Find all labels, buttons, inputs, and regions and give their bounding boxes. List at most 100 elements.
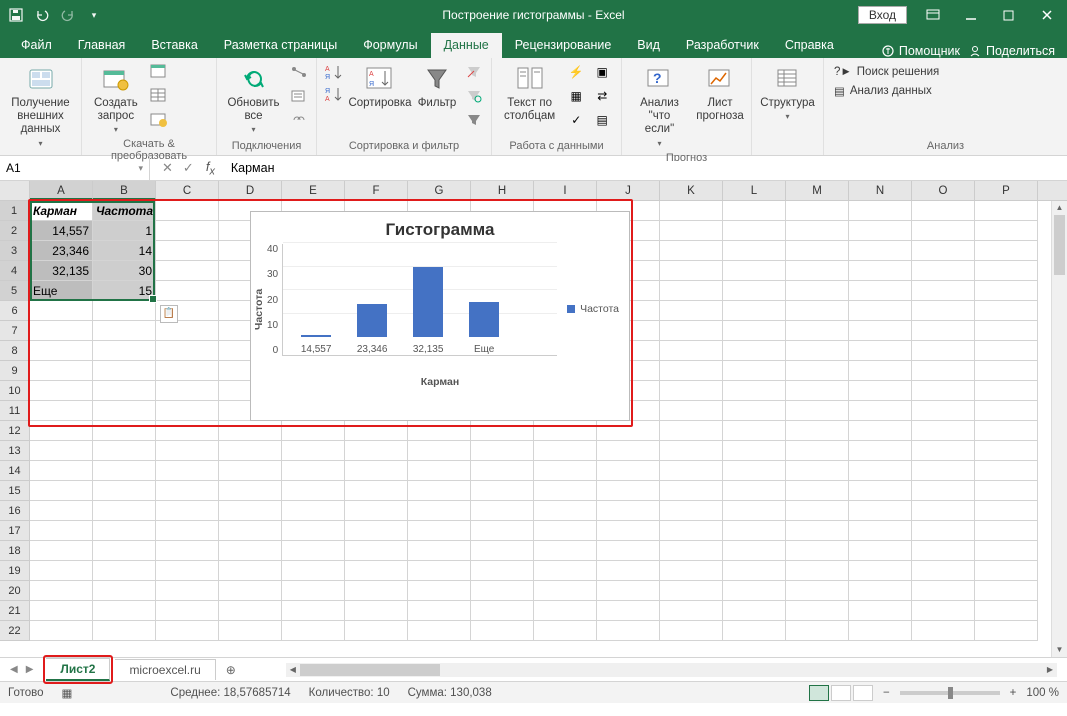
cell-F14[interactable] — [345, 461, 408, 481]
cell-H16[interactable] — [471, 501, 534, 521]
name-box[interactable]: A1 — [0, 156, 150, 180]
consolidate-icon[interactable]: ▣ — [591, 61, 613, 83]
cell-O11[interactable] — [912, 401, 975, 421]
cell-B9[interactable] — [93, 361, 156, 381]
horizontal-scrollbar[interactable]: ◀ ▶ — [286, 663, 1057, 677]
cell-N3[interactable] — [849, 241, 912, 261]
cell-B2[interactable]: 1 — [93, 221, 156, 241]
properties-icon[interactable] — [288, 85, 310, 107]
worksheet-grid[interactable]: ABCDEFGHIJKLMNOP 1КарманЧастота214,55713… — [0, 181, 1067, 657]
cell-P5[interactable] — [975, 281, 1038, 301]
share-button[interactable]: Поделиться — [968, 44, 1055, 58]
cell-P20[interactable] — [975, 581, 1038, 601]
cell-H13[interactable] — [471, 441, 534, 461]
cell-F15[interactable] — [345, 481, 408, 501]
vscroll-thumb[interactable] — [1054, 215, 1065, 275]
macro-record-icon[interactable]: ▦ — [62, 686, 73, 700]
remove-duplicates-icon[interactable]: ▦ — [565, 85, 587, 107]
minimize-icon[interactable] — [959, 3, 983, 27]
cell-E13[interactable] — [282, 441, 345, 461]
cell-E17[interactable] — [282, 521, 345, 541]
scroll-up-icon[interactable]: ▲ — [1052, 201, 1067, 215]
row-header[interactable]: 9 — [0, 361, 30, 381]
cell-P10[interactable] — [975, 381, 1038, 401]
cell-K1[interactable] — [660, 201, 723, 221]
cell-C10[interactable] — [156, 381, 219, 401]
cell-L20[interactable] — [723, 581, 786, 601]
tab-home[interactable]: Главная — [65, 33, 139, 58]
cell-H17[interactable] — [471, 521, 534, 541]
cell-O5[interactable] — [912, 281, 975, 301]
cell-M14[interactable] — [786, 461, 849, 481]
cell-H22[interactable] — [471, 621, 534, 641]
cell-L3[interactable] — [723, 241, 786, 261]
cell-N4[interactable] — [849, 261, 912, 281]
cell-P21[interactable] — [975, 601, 1038, 621]
data-validation-icon[interactable]: ✓ — [565, 109, 587, 131]
cell-J12[interactable] — [597, 421, 660, 441]
cell-C16[interactable] — [156, 501, 219, 521]
redo-icon[interactable] — [60, 7, 76, 23]
cell-B12[interactable] — [93, 421, 156, 441]
cell-O21[interactable] — [912, 601, 975, 621]
cell-C3[interactable] — [156, 241, 219, 261]
cell-K3[interactable] — [660, 241, 723, 261]
cell-D22[interactable] — [219, 621, 282, 641]
refresh-all-button[interactable]: Обновить все — [223, 61, 284, 136]
cell-P4[interactable] — [975, 261, 1038, 281]
sort-asc-icon[interactable]: АЯ — [323, 61, 345, 83]
cell-B19[interactable] — [93, 561, 156, 581]
cell-N19[interactable] — [849, 561, 912, 581]
cell-J17[interactable] — [597, 521, 660, 541]
cell-K8[interactable] — [660, 341, 723, 361]
cell-L18[interactable] — [723, 541, 786, 561]
data-model-icon[interactable]: ▤ — [591, 109, 613, 131]
cell-P18[interactable] — [975, 541, 1038, 561]
cell-K19[interactable] — [660, 561, 723, 581]
cell-O17[interactable] — [912, 521, 975, 541]
cell-H19[interactable] — [471, 561, 534, 581]
undo-icon[interactable] — [34, 7, 50, 23]
enter-formula-icon[interactable]: ✓ — [183, 160, 194, 176]
cell-M20[interactable] — [786, 581, 849, 601]
row-header[interactable]: 20 — [0, 581, 30, 601]
cell-L4[interactable] — [723, 261, 786, 281]
new-sheet-button[interactable]: ⊕ — [216, 663, 246, 677]
col-header-L[interactable]: L — [723, 181, 786, 200]
cell-O16[interactable] — [912, 501, 975, 521]
col-header-B[interactable]: B — [93, 181, 156, 200]
cell-B17[interactable] — [93, 521, 156, 541]
cell-L6[interactable] — [723, 301, 786, 321]
what-if-button[interactable]: ?Анализ "что если" — [628, 61, 691, 150]
cell-B7[interactable] — [93, 321, 156, 341]
solver-button[interactable]: ?►Поиск решения — [830, 65, 943, 79]
row-header[interactable]: 15 — [0, 481, 30, 501]
cell-O12[interactable] — [912, 421, 975, 441]
zoom-slider[interactable] — [900, 691, 1000, 695]
zoom-out-button[interactable]: − — [883, 687, 890, 699]
cell-O10[interactable] — [912, 381, 975, 401]
cell-P3[interactable] — [975, 241, 1038, 261]
row-header[interactable]: 6 — [0, 301, 30, 321]
cell-D21[interactable] — [219, 601, 282, 621]
cell-D19[interactable] — [219, 561, 282, 581]
cell-M5[interactable] — [786, 281, 849, 301]
cell-C14[interactable] — [156, 461, 219, 481]
cell-E15[interactable] — [282, 481, 345, 501]
cell-P6[interactable] — [975, 301, 1038, 321]
sheet-tab-active[interactable]: Лист2 — [46, 658, 110, 681]
cell-M17[interactable] — [786, 521, 849, 541]
cell-C8[interactable] — [156, 341, 219, 361]
cell-B16[interactable] — [93, 501, 156, 521]
cell-H21[interactable] — [471, 601, 534, 621]
cell-F12[interactable] — [345, 421, 408, 441]
tab-review[interactable]: Рецензирование — [502, 33, 625, 58]
cell-G17[interactable] — [408, 521, 471, 541]
cell-N21[interactable] — [849, 601, 912, 621]
sort-button[interactable]: АЯСортировка — [349, 61, 411, 112]
sheet-nav[interactable]: ◀▶ — [0, 664, 43, 675]
cell-P19[interactable] — [975, 561, 1038, 581]
cell-M1[interactable] — [786, 201, 849, 221]
save-icon[interactable] — [8, 7, 24, 23]
tab-formulas[interactable]: Формулы — [350, 33, 430, 58]
